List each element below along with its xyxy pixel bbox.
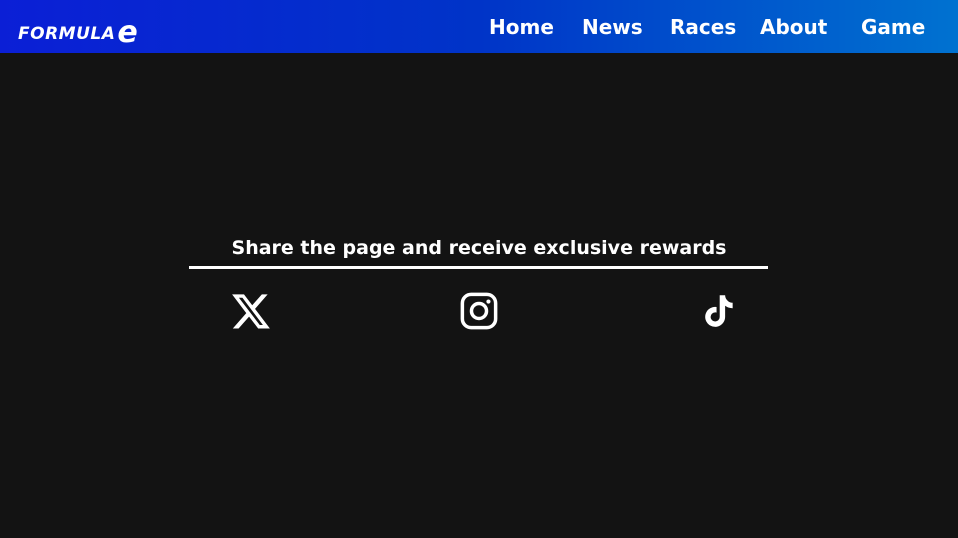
nav-news[interactable]: News (582, 15, 643, 39)
x-icon[interactable] (230, 290, 272, 332)
nav-races[interactable]: Races (670, 15, 736, 39)
share-heading: Share the page and receive exclusive rew… (231, 237, 727, 259)
tiktok-icon[interactable] (698, 290, 740, 332)
nav-about[interactable]: About (760, 15, 827, 39)
logo-mark: e (117, 15, 139, 50)
divider (189, 266, 768, 269)
logo-text: FORMULA (18, 24, 116, 44)
formula-e-logo[interactable]: FORMULAe (18, 12, 139, 50)
nav-home[interactable]: Home (489, 15, 554, 39)
nav-game[interactable]: Game (861, 15, 925, 39)
top-nav: FORMULAe Home News Races About Game (0, 0, 958, 53)
instagram-icon[interactable] (458, 290, 500, 332)
